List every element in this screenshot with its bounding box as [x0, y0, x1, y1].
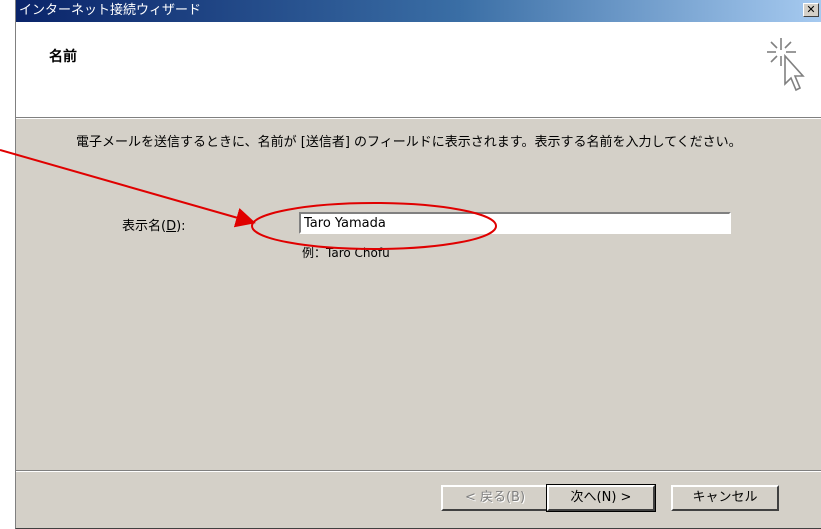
display-name-input[interactable]	[299, 212, 731, 234]
close-icon: ✕	[806, 3, 816, 16]
footer-separator-highlight	[16, 471, 821, 472]
description-text: 電子メールを送信するときに、名前が [送信者] のフィールドに表示されます。表示…	[76, 135, 742, 150]
header-separator-highlight	[16, 118, 821, 119]
back-button[interactable]: < 戻る(B)	[441, 485, 549, 511]
page-title: 名前	[49, 49, 77, 65]
display-name-label: 表示名(D):	[122, 215, 186, 234]
window-title: インターネット接続ウィザード	[19, 3, 202, 18]
wizard-header: 名前	[16, 22, 821, 117]
next-button[interactable]: 次へ(N) >	[546, 484, 656, 512]
title-bar[interactable]: インターネット接続ウィザード ✕	[16, 0, 821, 22]
wizard-sparkle-cursor-icon	[767, 38, 805, 92]
label-prefix: 表示名(	[122, 219, 167, 234]
wizard-window: インターネット接続ウィザード ✕ 名前 電子メールを送信するときに、名前が [送…	[15, 0, 821, 529]
cancel-button[interactable]: キャンセル	[671, 485, 779, 511]
label-suffix: ):	[176, 219, 186, 234]
close-button[interactable]: ✕	[803, 3, 819, 17]
example-text: 例：Taro Chofu	[302, 246, 390, 260]
label-access-key: D	[166, 219, 177, 234]
